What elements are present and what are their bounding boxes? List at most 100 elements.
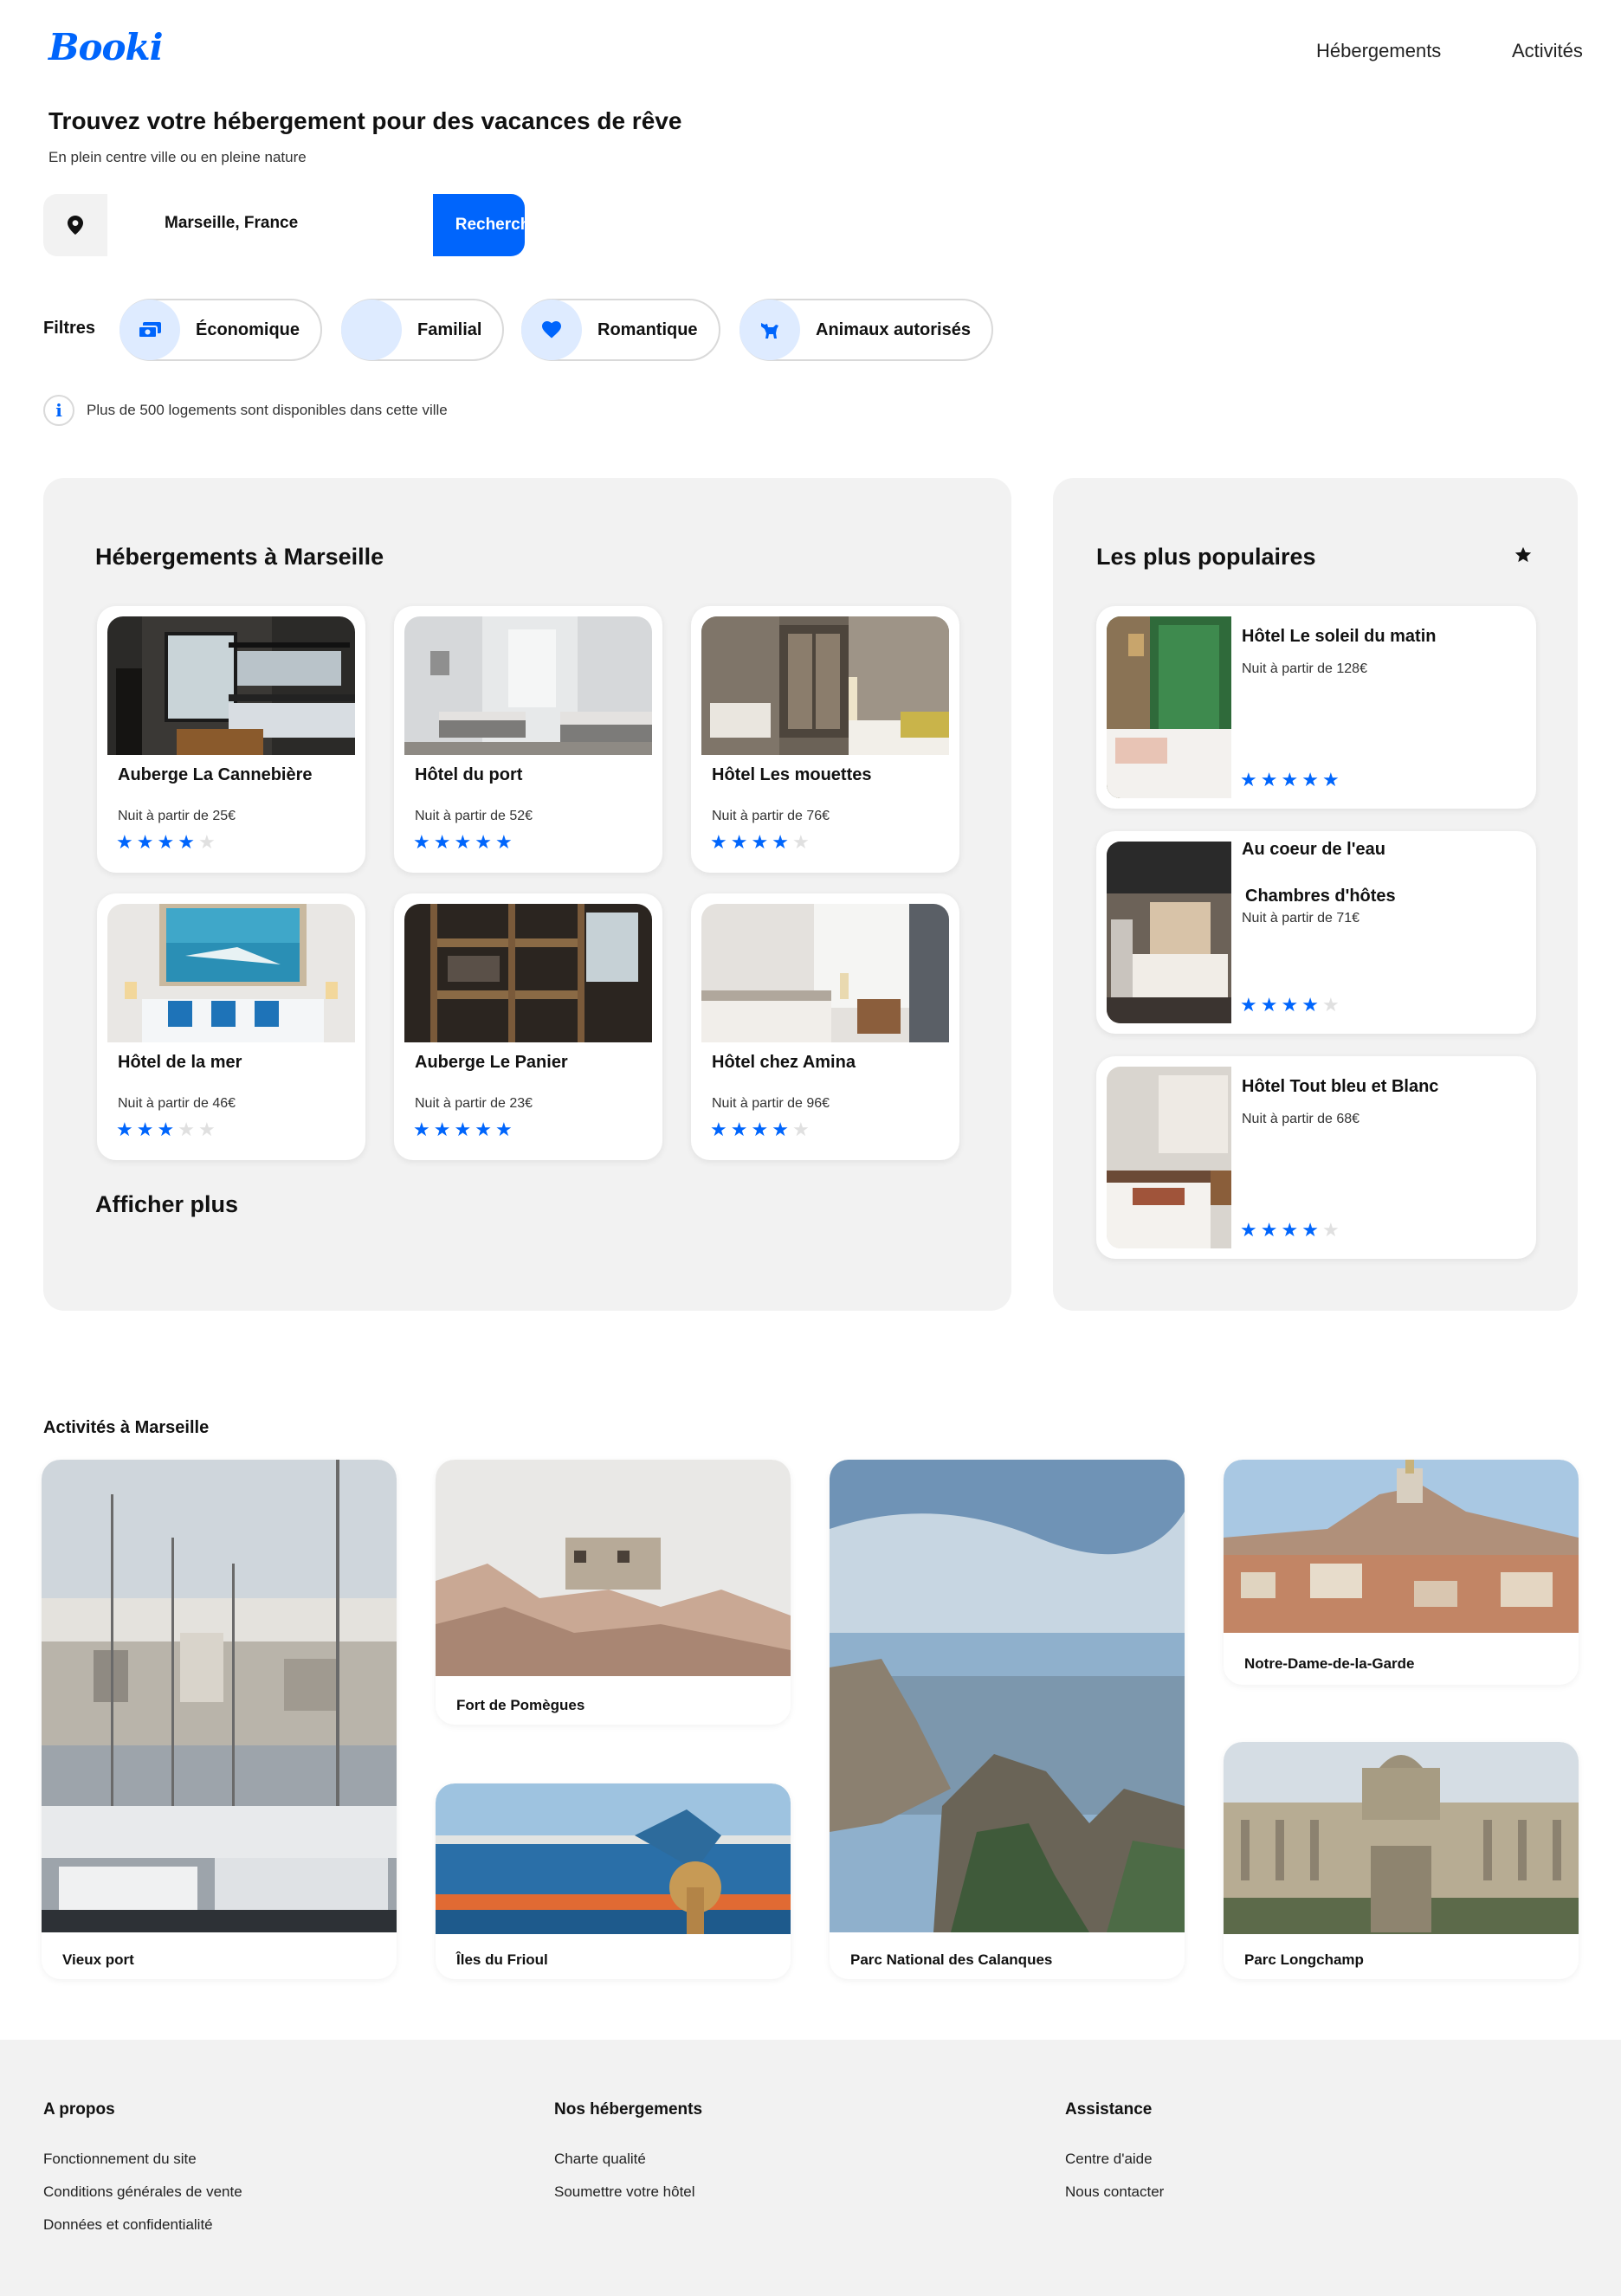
star-filled-icon: ★	[136, 831, 154, 853]
lodging-photo	[404, 616, 652, 755]
lodging-card[interactable]: Hôtel Les mouettes Nuit à partir de 76€ …	[691, 606, 959, 873]
popular-card[interactable]: Au coeur de l'eau Chambres d'hôtes Nuit …	[1096, 831, 1536, 1034]
star-filled-icon: ★	[1240, 769, 1257, 790]
star-filled-icon: ★	[494, 1119, 513, 1140]
footer-link[interactable]: Données et confidentialité	[43, 2216, 242, 2234]
footer-link[interactable]: Conditions générales de vente	[43, 2183, 242, 2201]
lodging-card[interactable]: Hôtel chez Amina Nuit à partir de 96€ ★ ★…	[691, 893, 959, 1160]
footer-link[interactable]: Soumettre votre hôtel	[554, 2183, 702, 2201]
star-filled-icon: ★	[1260, 994, 1278, 1016]
popular-card[interactable]: Hôtel Le soleil du matin Nuit à partir d…	[1096, 606, 1536, 809]
lodging-photo	[404, 904, 652, 1042]
search-input[interactable]	[107, 194, 433, 256]
star-filled-icon: ★	[772, 1119, 789, 1140]
filter-animaux[interactable]: Animaux autorisés	[739, 299, 993, 361]
star-filled-icon: ★	[1321, 769, 1340, 790]
star-empty-icon: ★	[178, 1119, 195, 1140]
filter-familial[interactable]: Familial	[341, 299, 505, 361]
star-filled-icon: ★	[454, 1119, 472, 1140]
lodging-photo	[107, 616, 355, 755]
star-filled-icon: ★	[751, 831, 769, 853]
star-filled-icon: ★	[157, 1119, 175, 1140]
star-filled-icon: ★	[494, 831, 513, 853]
nav-link-hebergements[interactable]: Hébergements	[1316, 40, 1441, 62]
footer-heading: Nos hébergements	[554, 2100, 703, 2119]
star-filled-icon: ★	[710, 831, 727, 853]
lodging-card[interactable]: Auberge Le Panier Nuit à partir de 23€ ★…	[394, 893, 662, 1160]
footer-link[interactable]: Charte qualité	[554, 2151, 702, 2168]
family-icon	[341, 300, 402, 360]
star-icon	[1514, 545, 1533, 564]
logo[interactable]: Booki	[48, 26, 164, 68]
star-filled-icon: ★	[1260, 769, 1278, 790]
star-filled-icon: ★	[772, 831, 789, 853]
star-empty-icon: ★	[197, 1119, 216, 1140]
lodging-card[interactable]: Hôtel de la mer Nuit à partir de 46€ ★ ★ ★…	[97, 893, 365, 1160]
rating-stars: ★ ★ ★ ★ ★	[1240, 771, 1340, 790]
popular-price: Nuit à partir de 128€	[1242, 661, 1367, 676]
footer-column-about: A propos Fonctionnement du site Conditio…	[43, 2100, 242, 2249]
star-filled-icon: ★	[475, 831, 492, 853]
star-filled-icon: ★	[1301, 769, 1319, 790]
lodging-photo	[701, 904, 949, 1042]
activity-card[interactable]: Fort de Pomègues	[436, 1460, 791, 1725]
rating-stars: ★ ★ ★ ★ ★	[1240, 996, 1340, 1015]
star-filled-icon: ★	[116, 831, 133, 853]
star-filled-icon: ★	[1301, 994, 1319, 1016]
star-filled-icon: ★	[413, 1119, 430, 1140]
star-filled-icon: ★	[178, 831, 195, 853]
popular-name-line2: Chambres d'hôtes	[1245, 887, 1396, 906]
activity-name: Îles du Frioul	[456, 1951, 548, 1968]
rating-stars: ★ ★ ★ ★ ★	[413, 833, 513, 852]
lodging-card[interactable]: Auberge La Cannebière Nuit à partir de 2…	[97, 606, 365, 873]
footer-heading: A propos	[43, 2100, 115, 2119]
lodging-price: Nuit à partir de 46€	[118, 1096, 236, 1111]
activity-card[interactable]: Parc Longchamp	[1224, 1742, 1579, 1979]
filter-economique[interactable]: Économique	[119, 299, 323, 361]
filter-romantique[interactable]: Romantique	[521, 299, 720, 361]
filter-label: Animaux autorisés	[816, 319, 971, 339]
heart-icon	[521, 300, 582, 360]
star-filled-icon: ★	[1260, 1219, 1278, 1241]
star-empty-icon: ★	[791, 1119, 810, 1140]
popular-photo	[1107, 616, 1231, 798]
star-filled-icon: ★	[1240, 1219, 1257, 1241]
activities-title: Activités à Marseille	[43, 1418, 210, 1437]
popular-title: Les plus populaires	[1096, 544, 1316, 570]
rating-stars: ★ ★ ★ ★ ★	[710, 833, 810, 852]
money-icon	[119, 300, 180, 360]
star-filled-icon: ★	[433, 1119, 451, 1140]
nav-link-activites[interactable]: Activités	[1512, 40, 1583, 62]
star-filled-icon: ★	[157, 831, 175, 853]
footer-link[interactable]: Centre d'aide	[1065, 2151, 1164, 2168]
star-filled-icon: ★	[454, 831, 472, 853]
star-empty-icon: ★	[197, 831, 216, 853]
activity-card[interactable]: Notre-Dame-de-la-Garde	[1224, 1460, 1579, 1685]
star-filled-icon: ★	[751, 1119, 769, 1140]
location-pin-icon	[43, 194, 107, 256]
footer-link[interactable]: Fonctionnement du site	[43, 2151, 242, 2168]
activity-photo	[830, 1460, 1185, 1932]
header: Booki Hébergements Activités	[0, 0, 1621, 104]
star-filled-icon: ★	[730, 831, 748, 853]
popular-photo	[1107, 1067, 1231, 1248]
activity-name: Vieux port	[62, 1951, 134, 1968]
search-button[interactable]: Rechercher	[433, 194, 525, 256]
lodging-card[interactable]: Hôtel du port Nuit à partir de 52€ ★ ★ ★ ★ ★	[394, 606, 662, 873]
lodging-name: Hôtel de la mer	[118, 1053, 242, 1072]
popular-card[interactable]: Hôtel Tout bleu et Blanc Nuit à partir d…	[1096, 1056, 1536, 1259]
activity-card[interactable]: Parc National des Calanques	[830, 1460, 1185, 1979]
rating-stars: ★ ★ ★ ★ ★	[116, 1120, 216, 1139]
star-filled-icon: ★	[1301, 1219, 1319, 1241]
activity-photo	[1224, 1460, 1579, 1633]
activity-card[interactable]: Îles du Frioul	[436, 1783, 791, 1979]
activity-card[interactable]: Vieux port	[42, 1460, 397, 1979]
search-bar: Marseille, France Rechercher	[43, 194, 525, 256]
popular-name: Hôtel Le soleil du matin	[1242, 627, 1437, 646]
filters-label: Filtres	[43, 319, 96, 338]
rating-stars: ★ ★ ★ ★ ★	[710, 1120, 810, 1139]
rating-stars: ★ ★ ★ ★ ★	[1240, 1221, 1340, 1240]
footer-link[interactable]: Nous contacter	[1065, 2183, 1164, 2201]
show-more-link[interactable]: Afficher plus	[95, 1191, 238, 1218]
lodging-price: Nuit à partir de 52€	[415, 809, 533, 823]
